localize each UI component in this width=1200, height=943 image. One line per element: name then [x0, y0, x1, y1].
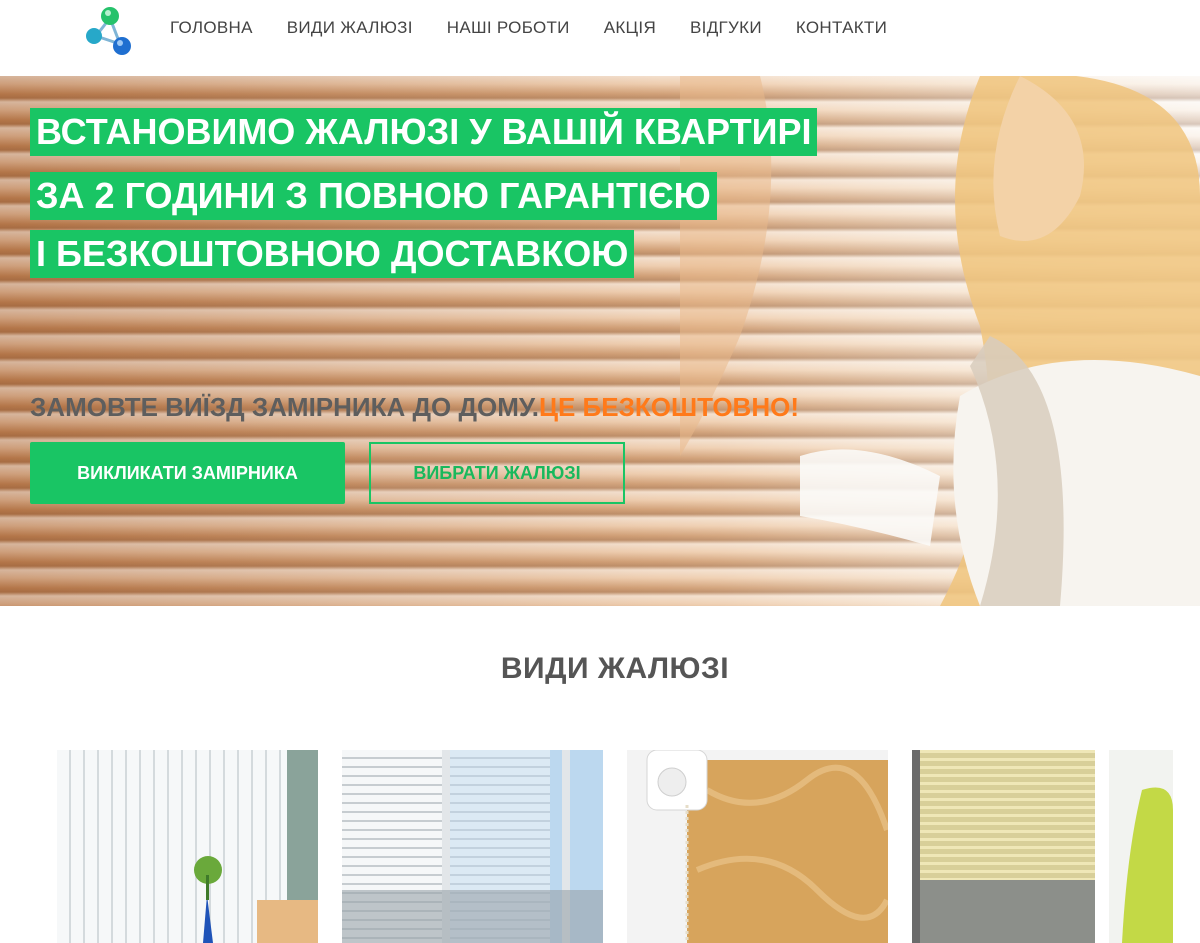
molecule-logo-icon[interactable]: [80, 2, 146, 68]
horizontal-blinds-photo: [342, 750, 603, 943]
call-measurer-button[interactable]: ВИКЛИКАТИ ЗАМІРНИКА: [30, 442, 345, 504]
choose-blinds-button[interactable]: ВИБРАТИ ЖАЛЮЗІ: [369, 442, 625, 504]
vertical-blinds-photo: [57, 750, 318, 943]
nav-link-blind-types[interactable]: ВИДИ ЖАЛЮЗІ: [287, 18, 413, 38]
top-navbar: ГОЛОВНА ВИДИ ЖАЛЮЗІ НАШІ РОБОТИ АКЦІЯ ВІ…: [0, 0, 1200, 76]
horizontal-blinds-card[interactable]: [342, 750, 603, 943]
pleated-blinds-photo: [912, 750, 1173, 943]
nav-link-our-works[interactable]: НАШІ РОБОТИ: [447, 18, 570, 38]
nav-link-contacts[interactable]: КОНТАКТИ: [796, 18, 887, 38]
roller-blinds-photo: [627, 750, 888, 943]
roller-blinds-card[interactable]: [627, 750, 888, 943]
hero-banner: ВСТАНОВИМО ЖАЛЮЗІ У ВАШІЙ КВАРТИРІ ЗА 2 …: [0, 76, 1200, 606]
subheadline-accent: ЦЕ БЕЗКОШТОВНО!: [539, 392, 799, 422]
hero-headline-line-2: ЗА 2 ГОДИНИ З ПОВНОЮ ГАРАНТІЄЮ: [30, 172, 717, 220]
vertical-blinds-card[interactable]: [57, 750, 318, 943]
subheadline-main: ЗАМОВТЕ ВИЇЗД ЗАМІРНИКА ДО ДОМУ.: [30, 392, 539, 422]
nav-link-home[interactable]: ГОЛОВНА: [170, 18, 253, 38]
main-menu: ГОЛОВНА ВИДИ ЖАЛЮЗІ НАШІ РОБОТИ АКЦІЯ ВІ…: [170, 18, 887, 38]
nav-link-reviews[interactable]: ВІДГУКИ: [690, 18, 762, 38]
hero-headline-line-3: І БЕЗКОШТОВНОЮ ДОСТАВКОЮ: [30, 230, 635, 278]
pleated-blinds-card[interactable]: [912, 750, 1173, 943]
blind-types-heading: ВИДИ ЖАЛЮЗІ: [500, 652, 730, 685]
nav-link-promo[interactable]: АКЦІЯ: [604, 18, 656, 38]
hero-headline-line-1: ВСТАНОВИМО ЖАЛЮЗІ У ВАШІЙ КВАРТИРІ: [30, 108, 818, 156]
hero-subheadline: ЗАМОВТЕ ВИЇЗД ЗАМІРНИКА ДО ДОМУ.ЦЕ БЕЗКО…: [30, 392, 799, 423]
